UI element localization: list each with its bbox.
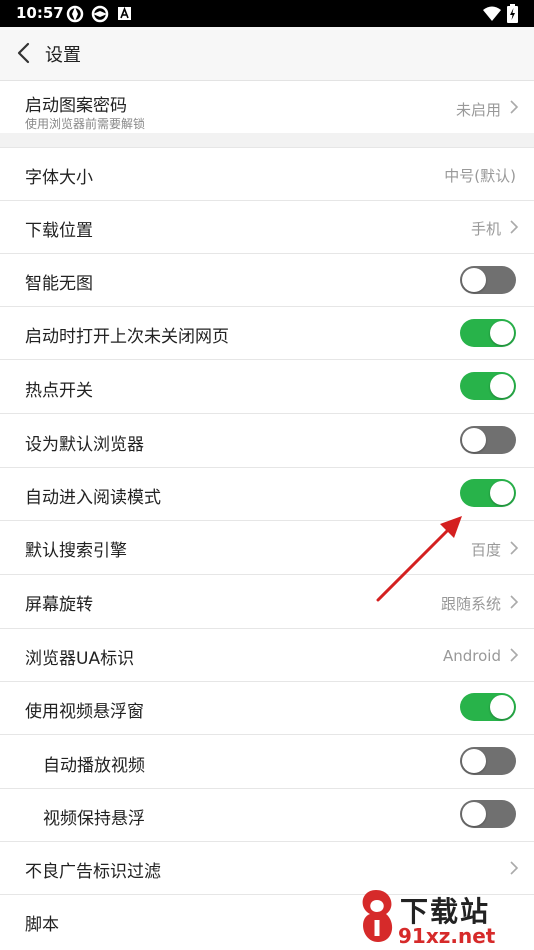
setting-autoplay-video: 自动播放视频 [0,735,534,789]
smart-no-image-toggle[interactable] [460,266,516,294]
chevron-right-icon [510,220,519,234]
watermark-logo-icon [362,890,393,942]
setting-smart-no-image: 智能无图 [0,254,534,307]
app-notification-icon-2 [91,5,109,23]
setting-hotspot: 热点开关 [0,360,534,414]
setting-pattern-password[interactable]: 启动图案密码 使用浏览器前需要解锁 未启用 [0,81,534,134]
setting-restore-tabs: 启动时打开上次未关闭网页 [0,307,534,360]
setting-label: 默认搜索引擎 [25,541,127,561]
toggle-knob [490,374,514,398]
setting-label: 字体大小 [25,168,93,188]
setting-browser-ua[interactable]: 浏览器UA标识 Android [0,629,534,682]
setting-label: 自动进入阅读模式 [25,488,161,508]
chevron-right-icon [510,541,519,555]
setting-floating-video: 使用视频悬浮窗 [0,682,534,735]
autoplay-video-toggle[interactable] [460,747,516,775]
chevron-right-icon [510,861,519,875]
status-bar: 10:57 [0,0,534,27]
setting-label: 使用视频悬浮窗 [25,702,144,722]
setting-label: 设为默认浏览器 [25,435,144,455]
font-notification-icon [118,7,131,20]
watermark: 下载站 91xz.net [352,880,532,950]
setting-label: 脚本 [25,915,59,935]
keep-floating-toggle[interactable] [460,800,516,828]
setting-value: 百度 [470,541,501,559]
setting-label: 自动播放视频 [43,756,145,776]
setting-value: 未启用 [455,101,501,119]
chevron-right-icon [510,648,519,662]
watermark-url: 91xz.net [398,924,496,948]
setting-label: 下载位置 [25,221,93,241]
chevron-right-icon [510,595,519,609]
setting-value: 中号(默认) [444,167,516,185]
status-time: 10:57 [16,4,64,22]
section-divider [0,133,534,148]
toggle-knob [490,481,514,505]
toggle-knob [462,802,486,826]
setting-label: 智能无图 [25,274,93,294]
toggle-knob [462,749,486,773]
toggle-knob [490,695,514,719]
setting-label: 热点开关 [25,381,93,401]
app-notification-icon [66,5,84,23]
setting-font-size[interactable]: 字体大小 中号(默认) [0,148,534,201]
toggle-knob [462,428,486,452]
hotspot-toggle[interactable] [460,372,516,400]
setting-download-location[interactable]: 下载位置 手机 [0,201,534,254]
header-bar: 设置 [0,27,534,81]
auto-reader-toggle[interactable] [460,479,516,507]
annotation-arrow [376,516,462,602]
chevron-right-icon [510,100,519,114]
page-title: 设置 [45,45,81,66]
setting-label: 屏幕旋转 [25,595,93,615]
setting-label: 不良广告标识过滤 [25,862,161,882]
setting-value: Android [443,647,501,665]
battery-charging-icon [507,4,518,23]
back-arrow-icon[interactable] [12,40,38,66]
setting-value: 手机 [470,220,501,238]
restore-tabs-toggle[interactable] [460,319,516,347]
floating-video-toggle[interactable] [460,693,516,721]
toggle-knob [462,268,486,292]
setting-default-browser: 设为默认浏览器 [0,414,534,468]
toggle-knob [490,321,514,345]
setting-sublabel: 使用浏览器前需要解锁 [25,117,146,131]
setting-label: 浏览器UA标识 [25,649,135,669]
wifi-icon [483,6,501,21]
setting-label: 启动时打开上次未关闭网页 [25,327,229,347]
setting-label: 启动图案密码 [25,96,127,116]
setting-keep-floating: 视频保持悬浮 [0,789,534,842]
default-browser-toggle[interactable] [460,426,516,454]
setting-label: 视频保持悬浮 [43,809,145,829]
